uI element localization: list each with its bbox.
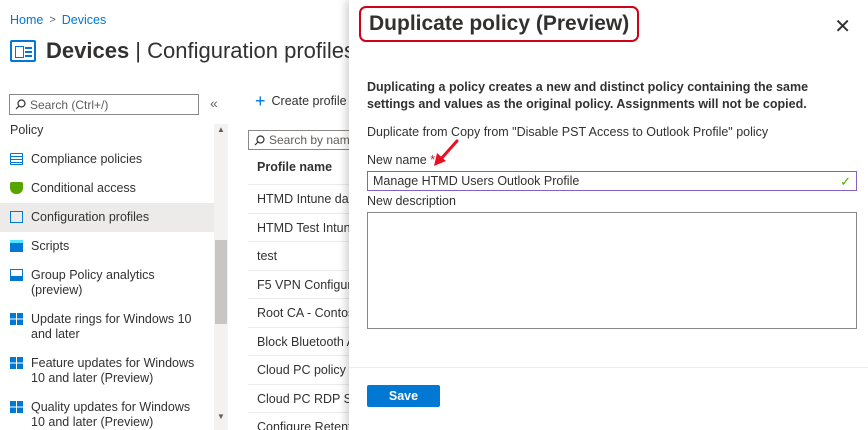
sidebar-item-feature-updates[interactable]: Feature updates for Windows 10 and later… xyxy=(0,349,214,393)
sidebar-search-placeholder: Search (Ctrl+/) xyxy=(30,97,109,112)
sidebar-item-label: Feature updates for Windows 10 and later… xyxy=(31,356,195,385)
table-row[interactable]: Configure Retenti xyxy=(248,412,358,430)
sidebar-section-policy: Policy xyxy=(10,123,44,137)
sidebar-item-label: Update rings for Windows 10 and later xyxy=(31,312,192,341)
table-row[interactable]: Block Bluetooth A xyxy=(248,326,358,356)
sidebar-item-label: Group Policy analytics (preview) xyxy=(31,268,155,297)
search-icon xyxy=(15,99,26,110)
windows-icon xyxy=(10,313,23,325)
configuration-profiles-icon xyxy=(10,40,36,62)
sidebar-item-quality-updates[interactable]: Quality updates for Windows 10 and later… xyxy=(0,393,214,430)
page-title-bold: Devices xyxy=(46,38,130,63)
breadcrumb-devices-link[interactable]: Devices xyxy=(62,13,106,27)
chevron-right-icon: > xyxy=(49,14,56,26)
new-name-value: Manage HTMD Users Outlook Profile xyxy=(373,174,580,188)
annotation-arrow-icon xyxy=(434,139,459,166)
plus-icon: + xyxy=(255,91,266,111)
duplicate-source-text: Duplicate from Copy from "Disable PST Ac… xyxy=(367,125,769,139)
sidebar-item-conditional-access[interactable]: Conditional access xyxy=(0,174,214,203)
table-search-placeholder: Search by name xyxy=(269,133,357,147)
scroll-up-icon[interactable]: ▲ xyxy=(217,125,225,134)
save-button[interactable]: Save xyxy=(367,385,440,407)
sidebar-item-label: Compliance policies xyxy=(31,152,143,166)
page-title-rest: | Configuration profiles xyxy=(129,38,356,63)
breadcrumb: Home > Devices xyxy=(10,13,106,27)
sidebar-item-label: Scripts xyxy=(31,239,70,253)
create-profile-button[interactable]: + Create profile xyxy=(255,91,347,111)
new-name-label-text: New name xyxy=(367,153,427,167)
sidebar-item-update-rings[interactable]: Update rings for Windows 10 and later xyxy=(0,305,214,349)
new-name-input[interactable]: Manage HTMD Users Outlook Profile ✓ xyxy=(367,171,857,191)
sidebar-item-label: Conditional access xyxy=(31,181,136,195)
scripts-icon xyxy=(10,240,23,252)
panel-title: Duplicate policy (Preview) xyxy=(359,6,640,42)
table-row[interactable]: F5 VPN Configura xyxy=(248,269,358,299)
sidebar-item-scripts[interactable]: Scripts xyxy=(0,232,214,261)
sidebar-item-compliance-policies[interactable]: Compliance policies xyxy=(0,145,214,174)
profile-list: HTMD Intune data HTMD Test Intune test F… xyxy=(248,184,358,430)
windows-icon xyxy=(10,401,23,413)
sidebar-item-configuration-profiles[interactable]: Configuration profiles xyxy=(0,203,214,232)
group-policy-icon xyxy=(10,269,23,281)
checkmark-icon: ✓ xyxy=(840,174,851,189)
panel-footer-divider xyxy=(349,367,868,368)
compliance-icon xyxy=(10,153,23,165)
panel-description: Duplicating a policy creates a new and d… xyxy=(367,80,809,111)
table-row[interactable]: test xyxy=(248,241,358,270)
sidebar-item-label: Configuration profiles xyxy=(31,210,150,224)
new-name-label: New name * xyxy=(367,153,435,167)
table-row[interactable]: Cloud PC RDP Set xyxy=(248,383,358,413)
close-icon[interactable]: ✕ xyxy=(834,14,851,39)
new-description-textarea[interactable] xyxy=(367,212,857,329)
sidebar-scroll-thumb[interactable] xyxy=(215,240,227,324)
table-row[interactable]: Root CA - Contoso xyxy=(248,298,358,327)
duplicate-policy-panel: Duplicate policy (Preview) ✕ Duplicating… xyxy=(349,0,868,430)
table-row[interactable]: HTMD Test Intune xyxy=(248,212,358,242)
sidebar-search-input[interactable]: Search (Ctrl+/) xyxy=(9,94,199,115)
sidebar-item-group-policy-analytics[interactable]: Group Policy analytics (preview) xyxy=(0,261,214,305)
search-icon xyxy=(254,134,265,145)
shield-icon xyxy=(10,182,23,194)
config-profile-icon xyxy=(10,211,23,223)
column-header-profile-name[interactable]: Profile name xyxy=(257,160,332,174)
windows-icon xyxy=(10,357,23,369)
collapse-sidebar-button[interactable]: « xyxy=(210,95,218,111)
page-header: Devices | Configuration profiles xyxy=(10,38,355,64)
breadcrumb-home-link[interactable]: Home xyxy=(10,13,43,27)
create-profile-label: Create profile xyxy=(271,94,347,108)
new-description-label: New description xyxy=(367,194,456,208)
scroll-down-icon[interactable]: ▼ xyxy=(217,412,225,421)
page-title: Devices | Configuration profiles xyxy=(46,38,355,64)
table-row[interactable]: Cloud PC policy xyxy=(248,355,358,384)
table-row[interactable]: HTMD Intune data xyxy=(248,184,358,213)
sidebar: Compliance policies Conditional access C… xyxy=(0,145,214,430)
sidebar-item-label: Quality updates for Windows 10 and later… xyxy=(31,400,191,429)
